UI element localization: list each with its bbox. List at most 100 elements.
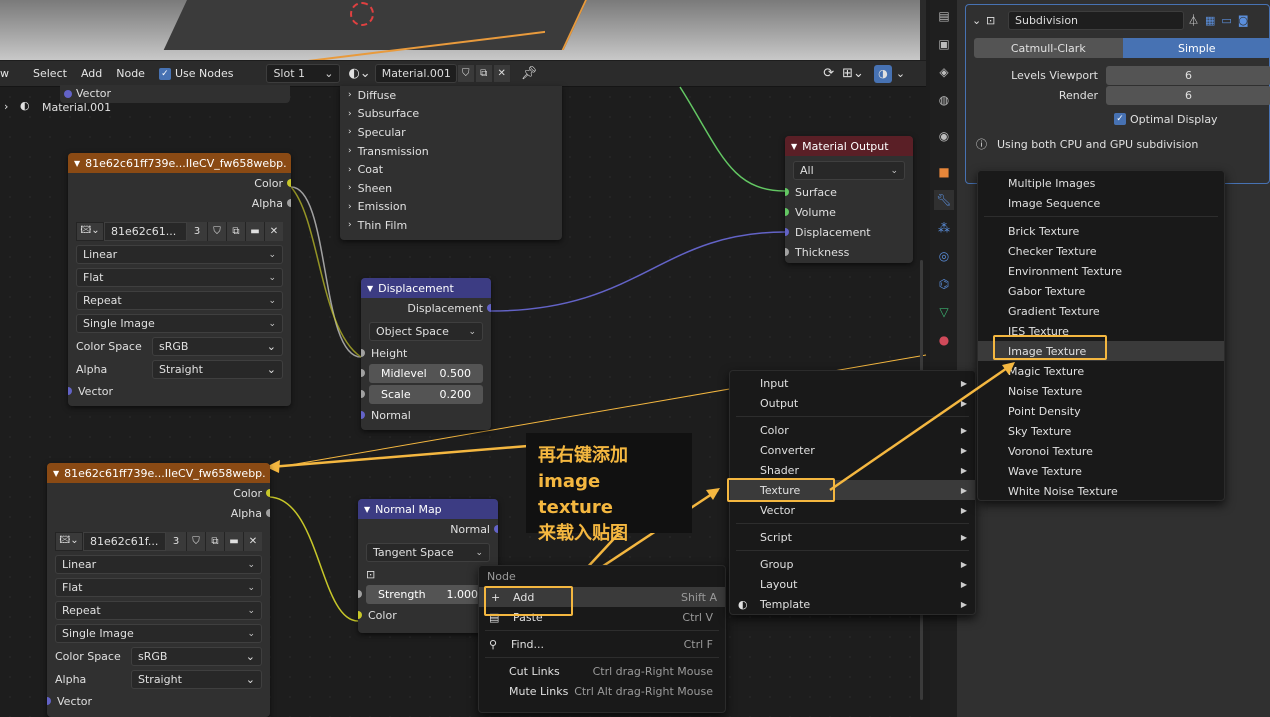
scene-icon[interactable]: ◍ — [934, 90, 954, 110]
menu-item-find[interactable]: ⚲ Find... Ctrl F — [479, 634, 725, 654]
menu-item-script[interactable]: Script ▶ — [730, 527, 975, 547]
image-name-field[interactable]: 81e62c61... — [104, 221, 187, 241]
midlevel-slider[interactable]: Midlevel 0.500 — [361, 364, 483, 383]
target-select[interactable]: All ⌄ — [793, 161, 905, 180]
socket-midlevel[interactable] — [361, 369, 365, 377]
alpha-select[interactable]: Straight ⌄ — [152, 360, 283, 379]
image-name-field[interactable]: 81e62c61f... — [83, 531, 166, 551]
chevron-right-icon[interactable]: › — [4, 100, 8, 113]
node-header[interactable]: ▼ 81e62c61ff739e...IIeCV_fw658webp. — [68, 153, 291, 173]
projection-select[interactable]: Flat ⌄ — [76, 268, 283, 287]
socket-surface[interactable] — [785, 188, 789, 196]
extension-select[interactable]: Repeat ⌄ — [76, 291, 283, 310]
socket-color[interactable] — [287, 179, 291, 187]
socket-alpha[interactable] — [287, 199, 291, 207]
menu-item-layout[interactable]: Layout ▶ — [730, 574, 975, 594]
uv-map-row[interactable]: ⊡ — [358, 564, 498, 584]
menu-item-mute-links[interactable]: Mute Links Ctrl Alt drag-Right Mouse — [479, 681, 725, 701]
normal-map-node[interactable]: ▼ Normal Map Normal Tangent Space ⌄ ⊡ Stre… — [358, 499, 498, 633]
socket-vector[interactable] — [64, 90, 72, 98]
color-space-select[interactable]: sRGB ⌄ — [152, 337, 283, 356]
socket-color[interactable] — [358, 611, 362, 619]
list-item[interactable]: › Transmission — [340, 142, 562, 161]
tab-catmull-clark[interactable]: Catmull-Clark — [974, 38, 1123, 58]
projection-select[interactable]: Flat ⌄ — [55, 578, 262, 597]
node-header[interactable]: ▼ 81e62c61ff739e...IIeCV_fw658webp. — [47, 463, 270, 483]
list-item[interactable]: › Thin Film — [340, 216, 562, 235]
image-browse-icon[interactable]: 🖾︎⌄ — [76, 221, 104, 241]
viewport-display-icon[interactable]: ▭ — [1221, 14, 1231, 27]
collapse-icon[interactable]: ▼ — [791, 142, 797, 151]
node-header[interactable]: ▼ Normal Map — [358, 499, 498, 519]
menu-item-gabor-texture[interactable]: Gabor Texture — [978, 281, 1224, 301]
material-output-node[interactable]: ▼ Material Output All ⌄ Surface Volume Dis… — [785, 136, 913, 263]
node-header[interactable]: ▼ Displacement — [361, 278, 491, 298]
socket-displacement[interactable] — [785, 228, 789, 236]
socket-normal[interactable] — [494, 525, 498, 533]
menu-item-template[interactable]: ◐ Template ▶ — [730, 594, 975, 614]
list-item[interactable]: › Emission — [340, 198, 562, 217]
menu-item-brick-texture[interactable]: Brick Texture — [978, 221, 1224, 241]
menu-item-multiple-images[interactable]: Multiple Images — [978, 173, 1224, 193]
socket-scale[interactable] — [361, 390, 365, 398]
extension-select[interactable]: Repeat ⌄ — [55, 601, 262, 620]
socket-alpha[interactable] — [266, 509, 270, 517]
image-browse-icon[interactable]: 🖾︎⌄ — [55, 531, 83, 551]
expand-icon[interactable]: ⌄ — [972, 14, 986, 27]
fake-user-icon[interactable]: ⛉ — [186, 531, 205, 551]
duplicate-icon[interactable]: ⧉ — [205, 531, 224, 551]
menu-item-image-sequence[interactable]: Image Sequence — [978, 193, 1224, 213]
interpolation-select[interactable]: Linear ⌄ — [55, 555, 262, 574]
modifier-name-field[interactable]: Subdivision — [1008, 10, 1184, 30]
space-select[interactable]: Object Space ⌄ — [369, 322, 483, 341]
cage-icon[interactable]: ▦ — [1205, 14, 1215, 27]
menu-item-checker-texture[interactable]: Checker Texture — [978, 241, 1224, 261]
render-camera-icon[interactable]: ◙ — [1238, 14, 1249, 27]
folder-icon[interactable]: ▬ — [245, 221, 264, 241]
list-item[interactable]: › Coat — [340, 160, 562, 179]
color-space-select[interactable]: sRGB ⌄ — [131, 647, 262, 666]
collapse-icon[interactable]: ▼ — [367, 284, 373, 293]
modifier-wrench-icon[interactable]: 🔧︎ — [934, 190, 954, 210]
alpha-select[interactable]: Straight ⌄ — [131, 670, 262, 689]
scale-slider[interactable]: Scale 0.200 — [361, 385, 483, 404]
particles-icon[interactable]: ⁂ — [934, 218, 954, 238]
data-icon[interactable]: ▽ — [934, 302, 954, 322]
socket-color[interactable] — [266, 489, 270, 497]
source-select[interactable]: Single Image ⌄ — [76, 314, 283, 333]
menu-item-cut-links[interactable]: Cut Links Ctrl drag-Right Mouse — [479, 661, 725, 681]
constraints-icon[interactable]: ⌬ — [934, 274, 954, 294]
socket-height[interactable] — [361, 349, 365, 357]
user-count[interactable]: 3 — [187, 221, 207, 241]
socket-volume[interactable] — [785, 208, 789, 216]
render-levels-field[interactable]: 6 — [1106, 85, 1270, 105]
list-item[interactable]: › Sheen — [340, 179, 562, 198]
view-layer-icon[interactable]: ◈ — [934, 62, 954, 82]
output-icon[interactable]: ▣ — [934, 34, 954, 54]
space-select[interactable]: Tangent Space ⌄ — [366, 543, 490, 562]
socket-vector[interactable] — [68, 387, 72, 395]
close-icon[interactable]: ✕ — [264, 221, 283, 241]
socket-normal[interactable] — [361, 411, 365, 419]
socket-displacement[interactable] — [487, 304, 491, 312]
image-texture-node-1[interactable]: ▼ 81e62c61ff739e...IIeCV_fw658webp. Color… — [68, 153, 291, 406]
optimal-display-toggle[interactable]: ✓ Optimal Display — [1114, 110, 1218, 128]
displacement-node[interactable]: ▼ Displacement Displacement Object Space ⌄… — [361, 278, 491, 430]
list-item[interactable]: › Diffuse — [340, 86, 562, 105]
world-icon[interactable]: ◉ — [934, 126, 954, 146]
source-select[interactable]: Single Image ⌄ — [55, 624, 262, 643]
editmode-icon[interactable]: ⏃ — [1188, 12, 1199, 28]
socket-thickness[interactable] — [785, 248, 789, 256]
node-header[interactable]: ▼ Material Output — [785, 136, 913, 156]
fake-user-icon[interactable]: ⛉ — [207, 221, 226, 241]
object-icon[interactable]: ■ — [934, 162, 954, 182]
strength-slider[interactable]: Strength 1.000 — [358, 585, 490, 604]
collapse-icon[interactable]: ▼ — [364, 505, 370, 514]
list-item[interactable]: › Subsurface — [340, 105, 562, 124]
render-icon[interactable]: ▤ — [934, 6, 954, 26]
folder-icon[interactable]: ▬ — [224, 531, 243, 551]
levels-viewport-field[interactable]: 6 — [1106, 65, 1270, 85]
menu-item-gradient-texture[interactable]: Gradient Texture — [978, 301, 1224, 321]
tab-simple[interactable]: Simple — [1122, 38, 1270, 58]
image-texture-node-2[interactable]: ▼ 81e62c61ff739e...IIeCV_fw658webp. Color… — [47, 463, 270, 717]
